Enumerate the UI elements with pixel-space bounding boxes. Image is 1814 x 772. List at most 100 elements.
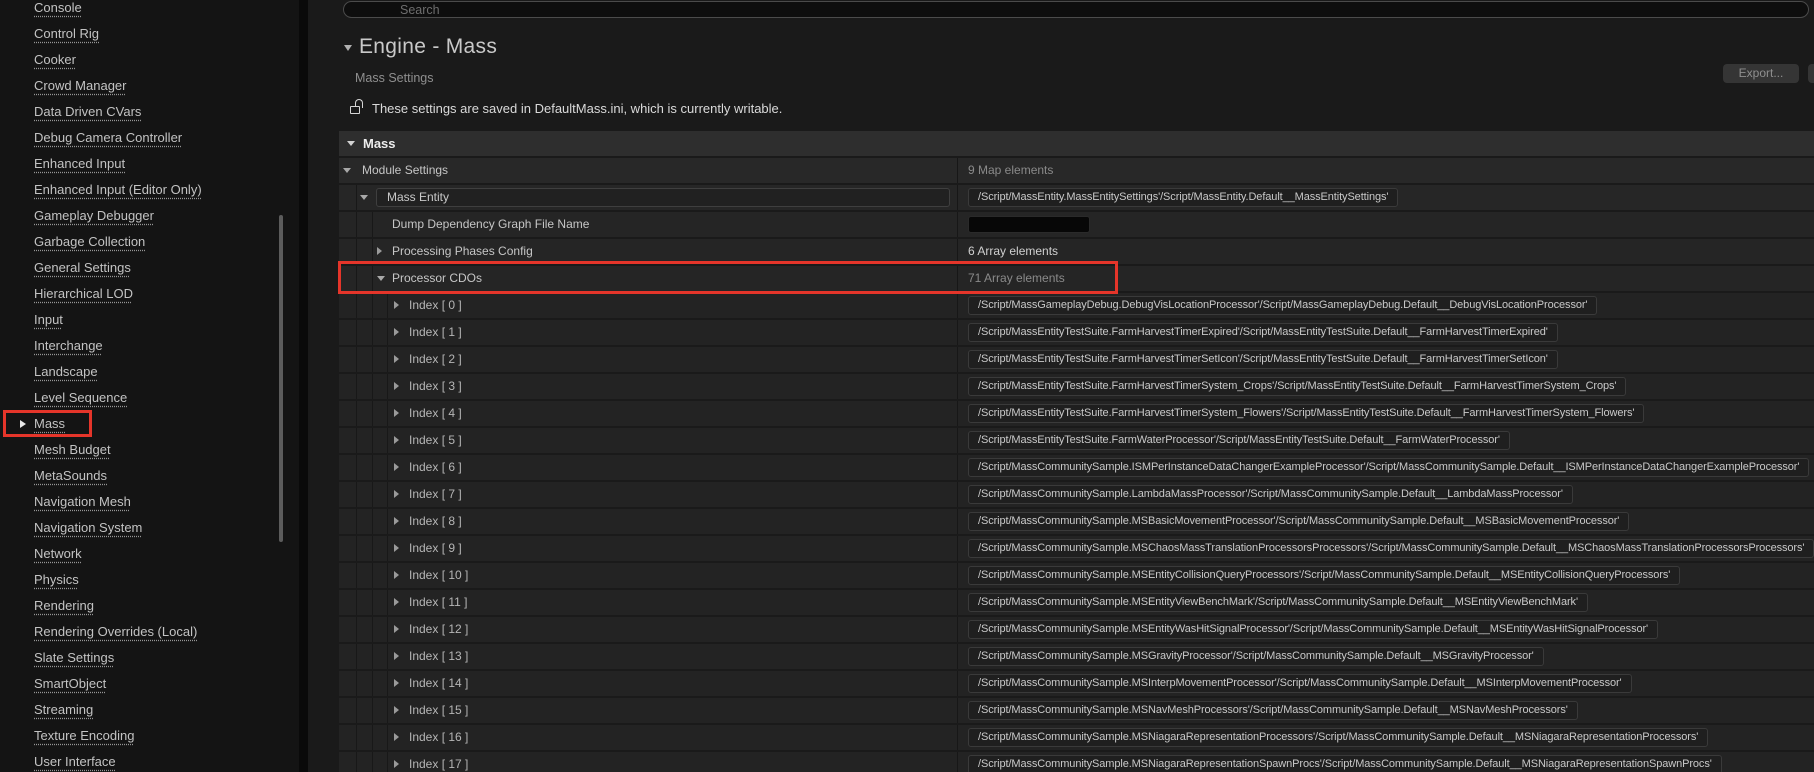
sidebar-item-interchange[interactable]: Interchange [34, 338, 103, 354]
row-value-box[interactable]: /Script/MassCommunitySample.MSEntityView… [968, 593, 1588, 612]
expander-triangle-right-icon[interactable] [394, 733, 399, 741]
name-value-column-divider[interactable] [957, 455, 958, 480]
name-value-column-divider[interactable] [957, 401, 958, 426]
settings-row-index-2[interactable]: Index [ 2 ]/Script/MassEntityTestSuite.F… [339, 347, 1814, 372]
row-value-box[interactable]: /Script/MassEntityTestSuite.FarmHarvestT… [968, 323, 1558, 342]
settings-row-index-7[interactable]: Index [ 7 ]/Script/MassCommunitySample.L… [339, 482, 1814, 507]
expander-triangle-right-icon[interactable] [394, 679, 399, 687]
name-value-column-divider[interactable] [957, 563, 958, 588]
sidebar-item-enhanced-input-editor-only[interactable]: Enhanced Input (Editor Only) [34, 182, 202, 198]
sidebar-item-input[interactable]: Input [34, 312, 63, 328]
expander-triangle-right-icon[interactable] [394, 625, 399, 633]
expander-triangle-right-icon[interactable] [394, 490, 399, 498]
settings-row-index-15[interactable]: Index [ 15 ]/Script/MassCommunitySample.… [339, 698, 1814, 723]
settings-row-processing-phases-config[interactable]: Processing Phases Config6 Array elements [339, 239, 1814, 264]
sidebar-item-landscape[interactable]: Landscape [34, 364, 98, 380]
row-value-box[interactable]: /Script/MassEntity.MassEntitySettings'/S… [968, 188, 1398, 207]
expander-triangle-right-icon[interactable] [394, 598, 399, 606]
name-value-column-divider[interactable] [957, 671, 958, 696]
expander-triangle-down-icon[interactable] [360, 195, 368, 200]
sidebar-item-data-driven-cvars[interactable]: Data Driven CVars [34, 104, 141, 120]
expander-triangle-down-icon[interactable] [377, 276, 385, 281]
sidebar-item-debug-camera-controller[interactable]: Debug Camera Controller [34, 130, 182, 146]
sidebar-item-control-rig[interactable]: Control Rig [34, 26, 99, 42]
section-collapse-triangle-down-icon[interactable] [347, 141, 355, 146]
name-value-column-divider[interactable] [957, 320, 958, 345]
row-value-box[interactable]: /Script/MassEntityTestSuite.FarmHarvestT… [968, 377, 1626, 396]
sidebar-item-smartobject[interactable]: SmartObject [34, 676, 106, 692]
expander-triangle-right-icon[interactable] [394, 382, 399, 390]
name-value-column-divider[interactable] [957, 266, 958, 291]
expander-triangle-right-icon[interactable] [394, 328, 399, 336]
expander-triangle-right-icon[interactable] [394, 436, 399, 444]
sidebar-item-general-settings[interactable]: General Settings [34, 260, 131, 276]
sidebar-item-console[interactable]: Console [34, 0, 82, 16]
sidebar-item-navigation-mesh[interactable]: Navigation Mesh [34, 494, 131, 510]
row-value-box[interactable]: /Script/MassEntityTestSuite.FarmHarvestT… [968, 350, 1558, 369]
settings-row-index-4[interactable]: Index [ 4 ]/Script/MassEntityTestSuite.F… [339, 401, 1814, 426]
expander-triangle-down-icon[interactable] [343, 168, 351, 173]
settings-row-index-9[interactable]: Index [ 9 ]/Script/MassCommunitySample.M… [339, 536, 1814, 561]
search-input[interactable] [343, 1, 1809, 18]
row-value-box[interactable]: /Script/MassCommunitySample.LambdaMassPr… [968, 485, 1573, 504]
row-value-input[interactable] [968, 216, 1090, 233]
settings-row-index-13[interactable]: Index [ 13 ]/Script/MassCommunitySample.… [339, 644, 1814, 669]
sidebar-item-slate-settings[interactable]: Slate Settings [34, 650, 114, 666]
name-value-column-divider[interactable] [957, 590, 958, 615]
settings-row-dump-dependency-graph-file-name[interactable]: Dump Dependency Graph File Name [339, 212, 1814, 237]
sidebar-item-gameplay-debugger[interactable]: Gameplay Debugger [34, 208, 154, 224]
settings-row-index-5[interactable]: Index [ 5 ]/Script/MassEntityTestSuite.F… [339, 428, 1814, 453]
sidebar-item-user-interface[interactable]: User Interface [34, 754, 116, 770]
expander-triangle-right-icon[interactable] [377, 247, 382, 255]
sidebar-item-garbage-collection[interactable]: Garbage Collection [34, 234, 145, 250]
sidebar-item-rendering-overrides-local[interactable]: Rendering Overrides (Local) [34, 624, 197, 640]
sidebar-item-cooker[interactable]: Cooker [34, 52, 76, 68]
name-value-column-divider[interactable] [957, 212, 958, 237]
row-value-box[interactable]: /Script/MassCommunitySample.MSNiagaraRep… [968, 755, 1722, 772]
sidebar-item-metasounds[interactable]: MetaSounds [34, 468, 107, 484]
expander-triangle-right-icon[interactable] [394, 463, 399, 471]
name-value-column-divider[interactable] [957, 347, 958, 372]
row-value-box[interactable]: /Script/MassCommunitySample.MSInterpMove… [968, 674, 1632, 693]
section-header-mass[interactable]: Mass [339, 131, 1814, 156]
expand-triangle-right-icon[interactable] [20, 420, 26, 428]
row-value-box[interactable]: /Script/MassCommunitySample.MSEntityColl… [968, 566, 1680, 585]
name-value-column-divider[interactable] [957, 536, 958, 561]
clipped-edge-button[interactable] [1808, 64, 1814, 83]
sidebar-item-mesh-budget[interactable]: Mesh Budget [34, 442, 111, 458]
row-value-box[interactable]: /Script/MassCommunitySample.MSNiagaraRep… [968, 728, 1708, 747]
sidebar-item-crowd-manager[interactable]: Crowd Manager [34, 78, 127, 94]
sidebar-item-navigation-system[interactable]: Navigation System [34, 520, 142, 536]
settings-row-index-6[interactable]: Index [ 6 ]/Script/MassCommunitySample.I… [339, 455, 1814, 480]
settings-row-module-settings[interactable]: Module Settings9 Map elements [339, 158, 1814, 183]
sidebar-item-enhanced-input[interactable]: Enhanced Input [34, 156, 125, 172]
settings-row-index-14[interactable]: Index [ 14 ]/Script/MassCommunitySample.… [339, 671, 1814, 696]
name-value-column-divider[interactable] [957, 752, 958, 772]
expander-triangle-right-icon[interactable] [394, 355, 399, 363]
row-value-box[interactable]: /Script/MassCommunitySample.MSNavMeshPro… [968, 701, 1578, 720]
name-value-column-divider[interactable] [957, 428, 958, 453]
settings-row-index-0[interactable]: Index [ 0 ]/Script/MassGameplayDebug.Deb… [339, 293, 1814, 318]
sidebar-item-hierarchical-lod[interactable]: Hierarchical LOD [34, 286, 133, 302]
row-value-box[interactable]: /Script/MassCommunitySample.MSChaosMassT… [968, 539, 1814, 558]
name-value-column-divider[interactable] [957, 158, 958, 183]
expander-triangle-right-icon[interactable] [394, 409, 399, 417]
row-value-box[interactable]: /Script/MassCommunitySample.MSEntityWasH… [968, 620, 1658, 639]
settings-row-index-8[interactable]: Index [ 8 ]/Script/MassCommunitySample.M… [339, 509, 1814, 534]
expander-triangle-right-icon[interactable] [394, 760, 399, 768]
row-value-box[interactable]: /Script/MassCommunitySample.MSGravityPro… [968, 647, 1544, 666]
row-value-box[interactable]: /Script/MassEntityTestSuite.FarmHarvestT… [968, 404, 1644, 423]
settings-row-index-10[interactable]: Index [ 10 ]/Script/MassCommunitySample.… [339, 563, 1814, 588]
sidebar-item-texture-encoding[interactable]: Texture Encoding [34, 728, 134, 744]
settings-row-processor-cdos[interactable]: Processor CDOs71 Array elements [339, 266, 1814, 291]
settings-row-mass-entity[interactable]: Mass Entity/Script/MassEntity.MassEntity… [339, 185, 1814, 210]
sidebar-item-physics[interactable]: Physics [34, 572, 79, 588]
name-value-column-divider[interactable] [957, 617, 958, 642]
row-key-box[interactable]: Mass Entity [376, 188, 950, 207]
row-value-box[interactable]: /Script/MassEntityTestSuite.FarmWaterPro… [968, 431, 1510, 450]
sidebar-item-mass[interactable]: Mass [34, 416, 65, 432]
name-value-column-divider[interactable] [957, 482, 958, 507]
sidebar-item-level-sequence[interactable]: Level Sequence [34, 390, 127, 406]
name-value-column-divider[interactable] [957, 644, 958, 669]
expander-triangle-right-icon[interactable] [394, 301, 399, 309]
